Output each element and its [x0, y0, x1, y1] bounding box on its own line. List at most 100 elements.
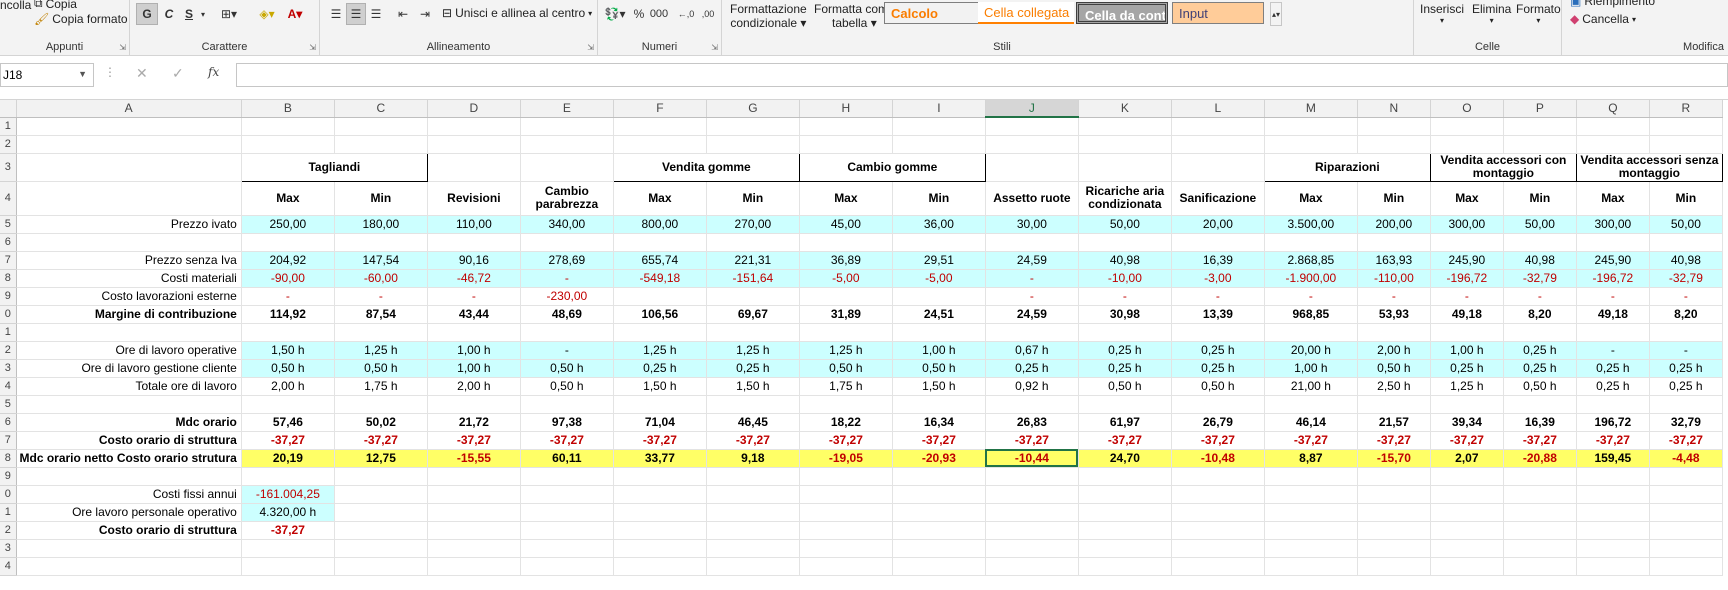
cell[interactable]	[1264, 521, 1358, 540]
value-cell[interactable]: 1,25 h	[334, 341, 428, 360]
cell[interactable]	[1430, 323, 1504, 342]
value-cell[interactable]: 968,85	[1264, 304, 1358, 324]
value-cell[interactable]: 1,50 h	[892, 376, 986, 396]
value-cell[interactable]: 0,50 h	[241, 359, 335, 378]
cell[interactable]	[16, 233, 242, 252]
cell[interactable]	[799, 233, 893, 252]
column-header[interactable]: E	[520, 100, 614, 118]
value-cell[interactable]: 1,00 h	[427, 341, 521, 360]
value-cell[interactable]: 40,98	[1503, 251, 1577, 270]
cell[interactable]	[334, 233, 428, 252]
value-cell[interactable]: 1,50 h	[706, 376, 800, 396]
cell[interactable]	[892, 395, 986, 414]
cell[interactable]	[1171, 395, 1265, 414]
value-cell[interactable]: 1,50 h	[241, 341, 335, 360]
value-cell[interactable]: 0,92 h	[985, 376, 1079, 396]
value-cell[interactable]: 0,25 h	[613, 359, 707, 378]
value-cell[interactable]: 1,00 h	[1430, 341, 1504, 360]
value-cell[interactable]: 3.500,00	[1264, 215, 1358, 234]
value-cell[interactable]: -196,72	[1430, 269, 1504, 288]
cell[interactable]	[16, 117, 242, 136]
cell[interactable]	[892, 485, 986, 504]
value-cell[interactable]: 655,74	[613, 251, 707, 270]
row-label[interactable]: Totale ore di lavoro	[16, 376, 242, 396]
cell[interactable]	[1430, 395, 1504, 414]
value-cell[interactable]: 45,00	[799, 215, 893, 234]
value-cell[interactable]: -37,27	[1078, 431, 1172, 450]
value-cell[interactable]: -20,93	[892, 448, 986, 468]
cell[interactable]	[1649, 521, 1723, 540]
value-cell[interactable]: 57,46	[241, 413, 335, 432]
subheader-max[interactable]: Max	[1264, 181, 1358, 216]
value-cell[interactable]: 163,93	[1357, 251, 1431, 270]
cell[interactable]	[1171, 485, 1265, 504]
value-cell[interactable]: 270,00	[706, 215, 800, 234]
value-cell[interactable]: -	[1576, 287, 1650, 306]
cell[interactable]	[1576, 521, 1650, 540]
cell[interactable]	[1078, 233, 1172, 252]
cell[interactable]	[613, 539, 707, 558]
subheader-max[interactable]: Max	[613, 181, 707, 216]
cell[interactable]	[1503, 117, 1577, 136]
increase-decimal-button[interactable]: ←,0	[676, 3, 696, 25]
cell[interactable]	[1357, 521, 1431, 540]
value-cell[interactable]: 200,00	[1357, 215, 1431, 234]
subheader-assetto-ruote[interactable]: Assetto ruote	[985, 181, 1079, 216]
confirm-icon[interactable]: ✓	[172, 65, 184, 82]
subheader-min[interactable]: Min	[334, 181, 428, 216]
cell[interactable]	[613, 135, 707, 154]
row-header[interactable]: 0	[0, 305, 17, 324]
header-vendita-accessori-con[interactable]: Vendita accessori con montaggio	[1429, 152, 1577, 182]
header-tagliandi[interactable]: Tagliandi	[240, 152, 428, 182]
row-header[interactable]: 2	[0, 135, 17, 154]
column-header-selected[interactable]: J	[985, 100, 1079, 118]
value-cell[interactable]: -	[1649, 341, 1723, 360]
value-cell[interactable]: 0,25 h	[1576, 376, 1650, 396]
subheader-min[interactable]: Min	[1357, 181, 1431, 216]
cell[interactable]	[520, 557, 614, 576]
number-launcher-icon[interactable]: ⇲	[711, 43, 718, 52]
value-cell[interactable]: 0,25 h	[1576, 359, 1650, 378]
value-cell[interactable]: -	[1078, 287, 1172, 306]
row-label[interactable]: Costi materiali	[16, 269, 242, 288]
cell[interactable]	[892, 233, 986, 252]
subheader-min[interactable]: Min	[1649, 181, 1723, 216]
cell[interactable]	[427, 503, 521, 522]
cell[interactable]	[241, 539, 335, 558]
value-cell[interactable]: 30,98	[1078, 304, 1172, 324]
value-cell[interactable]: 31,89	[799, 304, 893, 324]
increase-indent-icon[interactable]: ⇥	[414, 3, 436, 25]
value-cell[interactable]: 29,51	[892, 251, 986, 270]
row-header[interactable]: 1	[0, 503, 17, 522]
cell[interactable]	[706, 117, 800, 136]
cell[interactable]	[1576, 233, 1650, 252]
cell[interactable]	[706, 233, 800, 252]
header-riparazioni[interactable]: Riparazioni	[1263, 152, 1431, 182]
value-cell[interactable]: 36,89	[799, 251, 893, 270]
value-cell[interactable]: -37,27	[706, 431, 800, 450]
value-cell[interactable]: -	[985, 287, 1079, 306]
value-cell[interactable]: 2,00 h	[427, 376, 521, 396]
cell[interactable]	[613, 117, 707, 136]
value-cell[interactable]: -37,27	[520, 431, 614, 450]
value-cell[interactable]: 50,00	[1078, 215, 1172, 234]
value-cell[interactable]: 0,25 h	[1078, 359, 1172, 378]
value-cell[interactable]: 49,18	[1430, 304, 1504, 324]
cell[interactable]	[241, 233, 335, 252]
value-cell[interactable]: -32,79	[1649, 269, 1723, 288]
value-cell[interactable]: 0,25 h	[1430, 359, 1504, 378]
value-cell[interactable]: -37,27	[1264, 431, 1358, 450]
value-cell[interactable]: -	[1357, 287, 1431, 306]
row-header[interactable]: 4	[0, 557, 17, 576]
value-cell[interactable]: 0,25 h	[1171, 341, 1265, 360]
cell[interactable]	[1264, 557, 1358, 576]
value-cell[interactable]: 0,50 h	[1357, 359, 1431, 378]
cell[interactable]	[520, 485, 614, 504]
value-cell[interactable]: 0,25 h	[1649, 359, 1723, 378]
cell[interactable]	[1649, 539, 1723, 558]
cell[interactable]	[334, 521, 428, 540]
row-label[interactable]: Prezzo ivato	[16, 215, 242, 234]
value-cell[interactable]: 204,92	[241, 251, 335, 270]
style-calcolo[interactable]: Calcolo	[884, 2, 980, 24]
row-header[interactable]: 0	[0, 485, 17, 504]
